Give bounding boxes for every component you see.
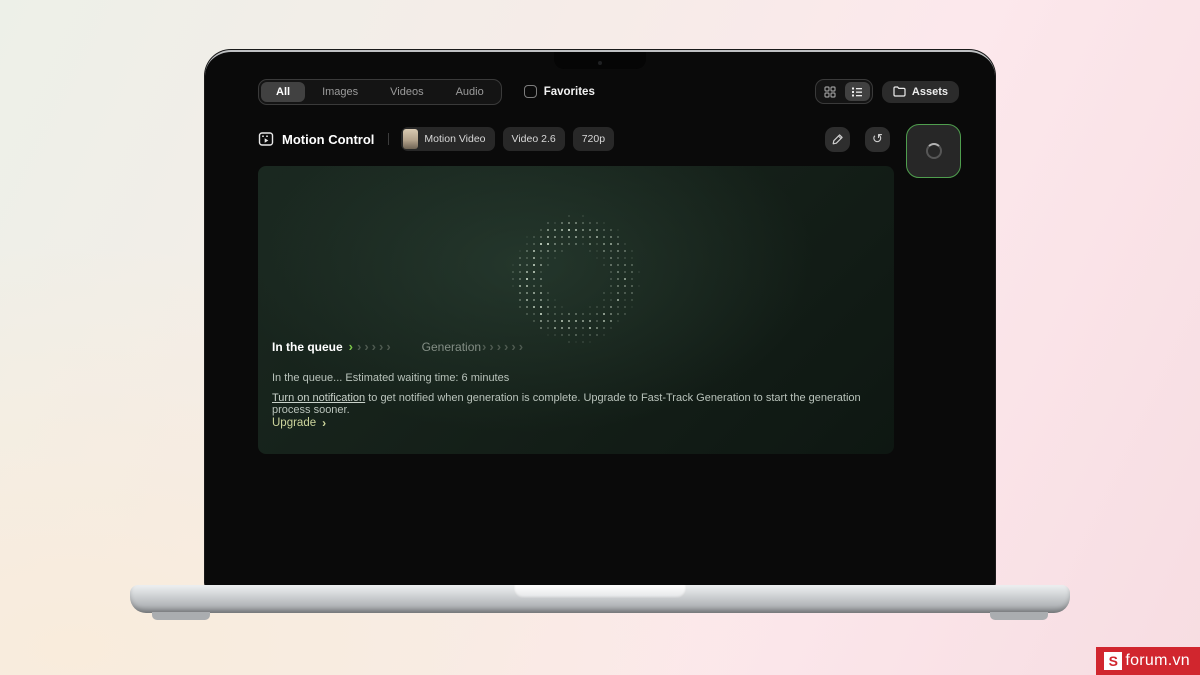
- stage-queue-trail-chevrons: ›››››: [357, 338, 394, 354]
- library-toolbar: All Images Videos Audio Favorites Assets: [258, 78, 959, 105]
- tab-images[interactable]: Images: [307, 82, 373, 102]
- divider: [388, 133, 390, 145]
- chevron-right-icon: ›: [322, 416, 327, 430]
- generation-stages: In the queue › ››››› Generation ››››››: [272, 338, 527, 355]
- model-badge-label: Motion Video: [424, 133, 486, 145]
- watermark-banner: S forum.vn: [1096, 647, 1200, 675]
- favorites-checkbox[interactable]: [523, 85, 537, 98]
- upgrade-link[interactable]: Upgrade ›: [272, 416, 326, 430]
- laptop-foot-left: [152, 612, 210, 620]
- dotted-ring: [491, 194, 659, 362]
- grid-view-button[interactable]: [818, 82, 843, 101]
- tab-all[interactable]: All: [261, 81, 306, 102]
- assets-label: Assets: [911, 85, 948, 98]
- media-filter-tabs: All Images Videos Audio: [258, 78, 502, 105]
- motion-control-icon: [258, 131, 274, 147]
- view-mode-switch: [814, 79, 873, 104]
- upgrade-label: Upgrade: [272, 417, 317, 429]
- laptop-lid-scoop: [514, 585, 686, 598]
- turn-on-notification-link[interactable]: Turn on notification: [272, 392, 365, 404]
- tab-videos[interactable]: Videos: [375, 82, 438, 102]
- watermark-logo: S: [1104, 652, 1123, 670]
- assets-button[interactable]: Assets: [881, 80, 959, 103]
- loading-spinner-icon: [925, 143, 942, 159]
- list-view-button[interactable]: [844, 82, 870, 101]
- camera-icon: [598, 61, 602, 65]
- version-badge-label: Video 2.6: [511, 133, 556, 145]
- queue-status-text: In the queue... Estimated waiting time: …: [272, 372, 510, 384]
- regenerate-button[interactable]: ↺: [865, 126, 890, 152]
- pencil-icon: [832, 133, 844, 145]
- notification-text: Turn on notification to get notified whe…: [272, 392, 894, 416]
- laptop-foot-right: [990, 612, 1048, 620]
- generation-header-row: Motion Control Motion Video Video 2.6 72…: [258, 125, 890, 153]
- generation-result-thumbnail[interactable]: [906, 124, 961, 178]
- resolution-badge[interactable]: 720p: [572, 127, 615, 151]
- folder-icon: [893, 86, 906, 97]
- resolution-badge-label: 720p: [581, 133, 606, 145]
- reference-image-thumbnail: [403, 129, 419, 149]
- stage-generation-label: Generation: [421, 340, 482, 354]
- model-badge[interactable]: Motion Video: [401, 127, 495, 151]
- laptop-notch: [554, 52, 646, 69]
- page-background: All Images Videos Audio Favorites Assets…: [0, 0, 1200, 675]
- grid-view-icon: [824, 85, 837, 98]
- stage-generation-trail-chevrons: ››››››: [482, 338, 527, 354]
- redo-icon: ↺: [872, 131, 883, 147]
- stage-queue-active-chevron: ›: [348, 338, 357, 354]
- favorites-filter[interactable]: Favorites: [523, 85, 595, 98]
- tab-audio[interactable]: Audio: [441, 82, 499, 102]
- laptop-screen: All Images Videos Audio Favorites Assets…: [205, 50, 995, 587]
- generation-status-panel: In the queue › ››››› Generation ›››››› I…: [258, 166, 894, 454]
- favorites-label: Favorites: [543, 85, 595, 98]
- edit-button[interactable]: [825, 126, 850, 152]
- laptop-base: [130, 585, 1070, 613]
- stage-queue-label: In the queue: [272, 340, 343, 354]
- version-badge[interactable]: Video 2.6: [502, 127, 565, 151]
- generation-title: Motion Control: [282, 131, 375, 147]
- list-view-icon: [851, 86, 863, 98]
- watermark-site-text: forum.vn: [1125, 652, 1190, 669]
